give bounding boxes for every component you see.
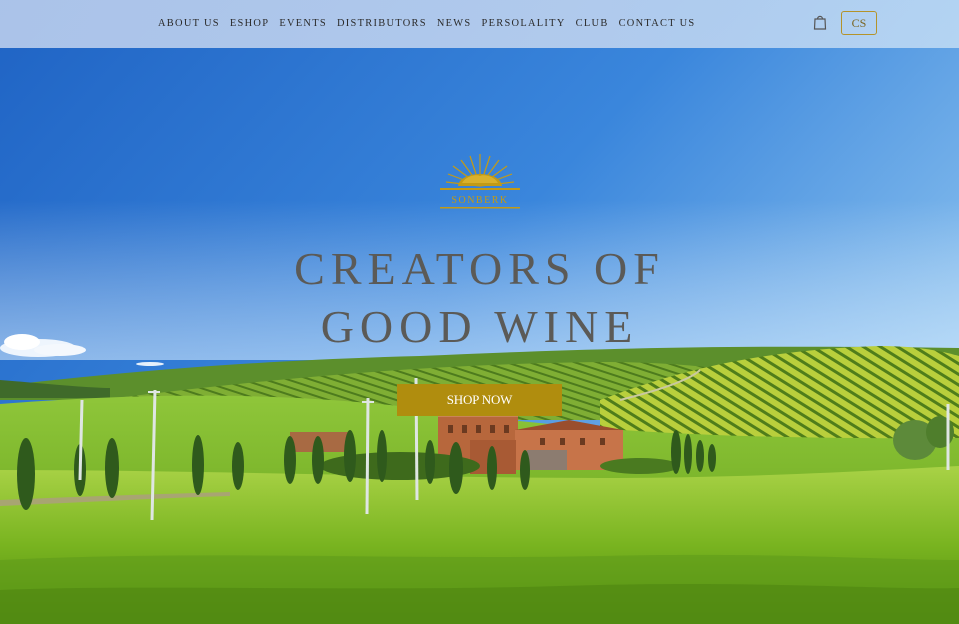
nav-item-about-us[interactable]: ABOUT US [158, 18, 220, 29]
hero-heading-line-2: GOOD WINE [320, 301, 639, 352]
nav-item-events[interactable]: EVENTS [279, 18, 327, 29]
nav-item-news[interactable]: NEWS [437, 18, 472, 29]
hero-heading-line-1: CREATORS OF [294, 243, 665, 294]
nav-item-contact-us[interactable]: CONTACT US [619, 18, 696, 29]
main-nav: ABOUT US ESHOP EVENTS DISTRIBUTORS NEWS … [158, 18, 696, 29]
logo-text: SONBERK [451, 195, 508, 206]
shopping-bag-icon[interactable] [813, 14, 827, 30]
top-navbar: ABOUT US ESHOP EVENTS DISTRIBUTORS NEWS … [0, 0, 959, 48]
sonberk-logo: SONBERK [436, 150, 524, 212]
shop-now-button[interactable]: SHOP NOW [397, 384, 562, 416]
hero-heading: CREATORS OF GOOD WINE [230, 240, 729, 356]
language-switch-button[interactable]: CS [841, 11, 877, 35]
nav-item-distributors[interactable]: DISTRIBUTORS [337, 18, 427, 29]
nav-item-eshop[interactable]: ESHOP [230, 18, 269, 29]
nav-item-club[interactable]: CLUB [576, 18, 609, 29]
nav-item-personality[interactable]: PERSOLALITY [481, 18, 565, 29]
